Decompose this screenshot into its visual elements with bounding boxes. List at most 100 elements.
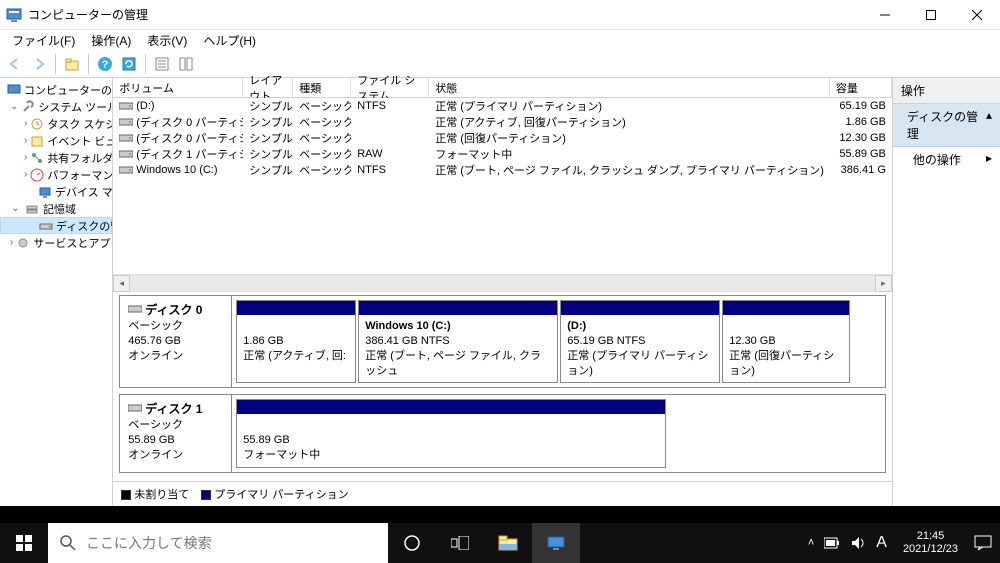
col-filesystem[interactable]: ファイル システム <box>351 78 429 97</box>
taskbar: ここに入力して検索 ˄ A 21:45 2021/12/23 <box>0 523 1000 563</box>
col-layout[interactable]: レイアウト <box>243 78 293 97</box>
cortana-button[interactable] <box>388 523 436 563</box>
clock[interactable]: 21:45 2021/12/23 <box>897 530 964 556</box>
device-icon <box>38 185 52 199</box>
scroll-right-button[interactable]: ▸ <box>875 275 892 292</box>
legend-primary-swatch <box>201 490 211 500</box>
nav-tree[interactable]: コンピューターの管理 (ローカル) ⌄ システム ツール › タスク スケジュー… <box>0 78 113 506</box>
chevron-right-icon[interactable]: › <box>24 152 27 163</box>
legend: 未割り当て プライマリ パーティション <box>113 481 892 506</box>
col-volume[interactable]: ボリューム <box>113 78 243 97</box>
event-icon <box>30 134 44 148</box>
system-tray[interactable]: ˄ A 21:45 2021/12/23 <box>800 530 1000 556</box>
file-explorer-button[interactable] <box>484 523 532 563</box>
search-placeholder: ここに入力して検索 <box>86 533 212 553</box>
disk-0-partitions: 1.86 GB正常 (アクティブ, 回:Windows 10 (C:)386.4… <box>232 296 885 387</box>
titlebar: コンピューターの管理 <box>0 0 1000 30</box>
refresh-button[interactable] <box>118 53 140 75</box>
action-other[interactable]: 他の操作▸ <box>893 147 1000 172</box>
volume-row[interactable]: (ディスク 0 パーティション 4)シンプルベーシック正常 (回復パーティション… <box>113 130 892 146</box>
scroll-left-button[interactable]: ◂ <box>113 275 130 292</box>
list-view-button[interactable] <box>175 53 197 75</box>
menu-action[interactable]: 操作(A) <box>83 30 139 51</box>
disk-1-info: ディスク 1 ベーシック 55.89 GB オンライン <box>120 395 232 472</box>
search-icon <box>60 535 76 551</box>
col-status[interactable]: 状態 <box>429 78 830 97</box>
volume-row[interactable]: (ディスク 1 パーティション 1)シンプルベーシックRAWフォーマット中55.… <box>113 146 892 162</box>
disk-1-row[interactable]: ディスク 1 ベーシック 55.89 GB オンライン 55.89 GBフォーマ… <box>119 394 886 473</box>
menu-help[interactable]: ヘルプ(H) <box>195 30 264 51</box>
disk-icon <box>39 219 53 233</box>
drive-icon <box>119 133 133 143</box>
tree-root[interactable]: コンピューターの管理 (ローカル) <box>0 81 112 98</box>
tree-shared-folders[interactable]: › 共有フォルダー <box>0 149 112 166</box>
actions-header: 操作 <box>893 78 1000 104</box>
tree-task-scheduler[interactable]: › タスク スケジューラ <box>0 115 112 132</box>
search-box[interactable]: ここに入力して検索 <box>48 523 388 563</box>
start-button[interactable] <box>0 523 48 563</box>
action-disk-management[interactable]: ディスクの管理▴ <box>893 104 1000 147</box>
computer-management-button[interactable] <box>532 523 580 563</box>
battery-icon[interactable] <box>824 536 840 550</box>
chevron-right-icon[interactable]: › <box>24 169 27 180</box>
tree-disk-management[interactable]: ディスクの管理 <box>0 217 112 234</box>
ime-indicator[interactable]: A <box>876 534 887 552</box>
volume-icon[interactable] <box>850 535 866 551</box>
drive-icon <box>119 165 133 175</box>
volume-row[interactable]: Windows 10 (C:)シンプルベーシックNTFS正常 (ブート, ページ… <box>113 162 892 178</box>
volume-row[interactable]: (ディスク 0 パーティション 1)シンプルベーシック正常 (アクティブ, 回復… <box>113 114 892 130</box>
storage-icon <box>24 202 40 216</box>
menu-file[interactable]: ファイル(F) <box>4 30 83 51</box>
performance-icon <box>30 168 44 182</box>
partition[interactable]: Windows 10 (C:)386.41 GB NTFS正常 (ブート, ペー… <box>358 300 558 383</box>
scroll-track[interactable] <box>130 275 875 292</box>
chevron-right-icon[interactable]: › <box>24 135 27 146</box>
partition-header <box>561 301 719 315</box>
volume-row[interactable]: (D:)シンプルベーシックNTFS正常 (プライマリ パーティション)65.19… <box>113 98 892 114</box>
disk-map-area: ディスク 0 ベーシック 465.76 GB オンライン 1.86 GB正常 (… <box>113 291 892 479</box>
drive-icon <box>119 149 133 159</box>
tree-event-viewer[interactable]: › イベント ビューアー <box>0 132 112 149</box>
services-icon <box>16 236 30 250</box>
chevron-down-icon[interactable]: ⌄ <box>10 203 21 214</box>
svg-text:?: ? <box>102 59 109 71</box>
volume-list-header[interactable]: ボリューム レイアウト 種類 ファイル システム 状態 容量 <box>113 78 892 98</box>
chevron-down-icon[interactable]: ⌄ <box>10 101 18 112</box>
partition[interactable]: 12.30 GB正常 (回復パーティション) <box>722 300 850 383</box>
disk-1-partitions: 55.89 GBフォーマット中 <box>232 395 885 472</box>
chevron-right-icon[interactable]: › <box>10 237 13 248</box>
col-type[interactable]: 種類 <box>293 78 351 97</box>
maximize-button[interactable] <box>908 0 954 30</box>
tree-device-manager[interactable]: デバイス マネージャー <box>0 183 112 200</box>
notification-icon[interactable] <box>974 535 992 551</box>
drive-icon <box>119 117 133 127</box>
volume-list[interactable]: (D:)シンプルベーシックNTFS正常 (プライマリ パーティション)65.19… <box>113 98 892 178</box>
partition[interactable]: 1.86 GB正常 (アクティブ, 回: <box>236 300 356 383</box>
computer-icon <box>7 83 21 97</box>
menu-view[interactable]: 表示(V) <box>139 30 195 51</box>
forward-button[interactable] <box>28 53 50 75</box>
partition-header <box>237 400 665 414</box>
task-view-button[interactable] <box>436 523 484 563</box>
disk-0-row[interactable]: ディスク 0 ベーシック 465.76 GB オンライン 1.86 GB正常 (… <box>119 295 886 388</box>
tools-icon <box>21 100 35 114</box>
disk-icon <box>128 403 142 413</box>
partition[interactable]: 55.89 GBフォーマット中 <box>236 399 666 468</box>
back-button[interactable] <box>4 53 26 75</box>
partition[interactable]: (D:)65.19 GB NTFS正常 (プライマリ パーティション) <box>560 300 720 383</box>
actions-pane: 操作 ディスクの管理▴ 他の操作▸ <box>893 78 1000 506</box>
tree-system-tools[interactable]: ⌄ システム ツール <box>0 98 112 115</box>
close-button[interactable] <box>954 0 1000 30</box>
properties-button[interactable] <box>151 53 173 75</box>
help-button[interactable]: ? <box>94 53 116 75</box>
tree-services-apps[interactable]: › サービスとアプリケーション <box>0 234 112 251</box>
tree-storage[interactable]: ⌄ 記憶域 <box>0 200 112 217</box>
chevron-right-icon[interactable]: › <box>24 118 27 129</box>
up-button[interactable] <box>61 53 83 75</box>
tree-performance[interactable]: › パフォーマンス <box>0 166 112 183</box>
tray-chevron-icon[interactable]: ˄ <box>808 537 814 549</box>
minimize-button[interactable] <box>862 0 908 30</box>
collapse-icon: ▴ <box>986 108 992 142</box>
col-capacity[interactable]: 容量 <box>830 78 892 97</box>
horizontal-scrollbar[interactable]: ◂ ▸ <box>113 274 892 291</box>
